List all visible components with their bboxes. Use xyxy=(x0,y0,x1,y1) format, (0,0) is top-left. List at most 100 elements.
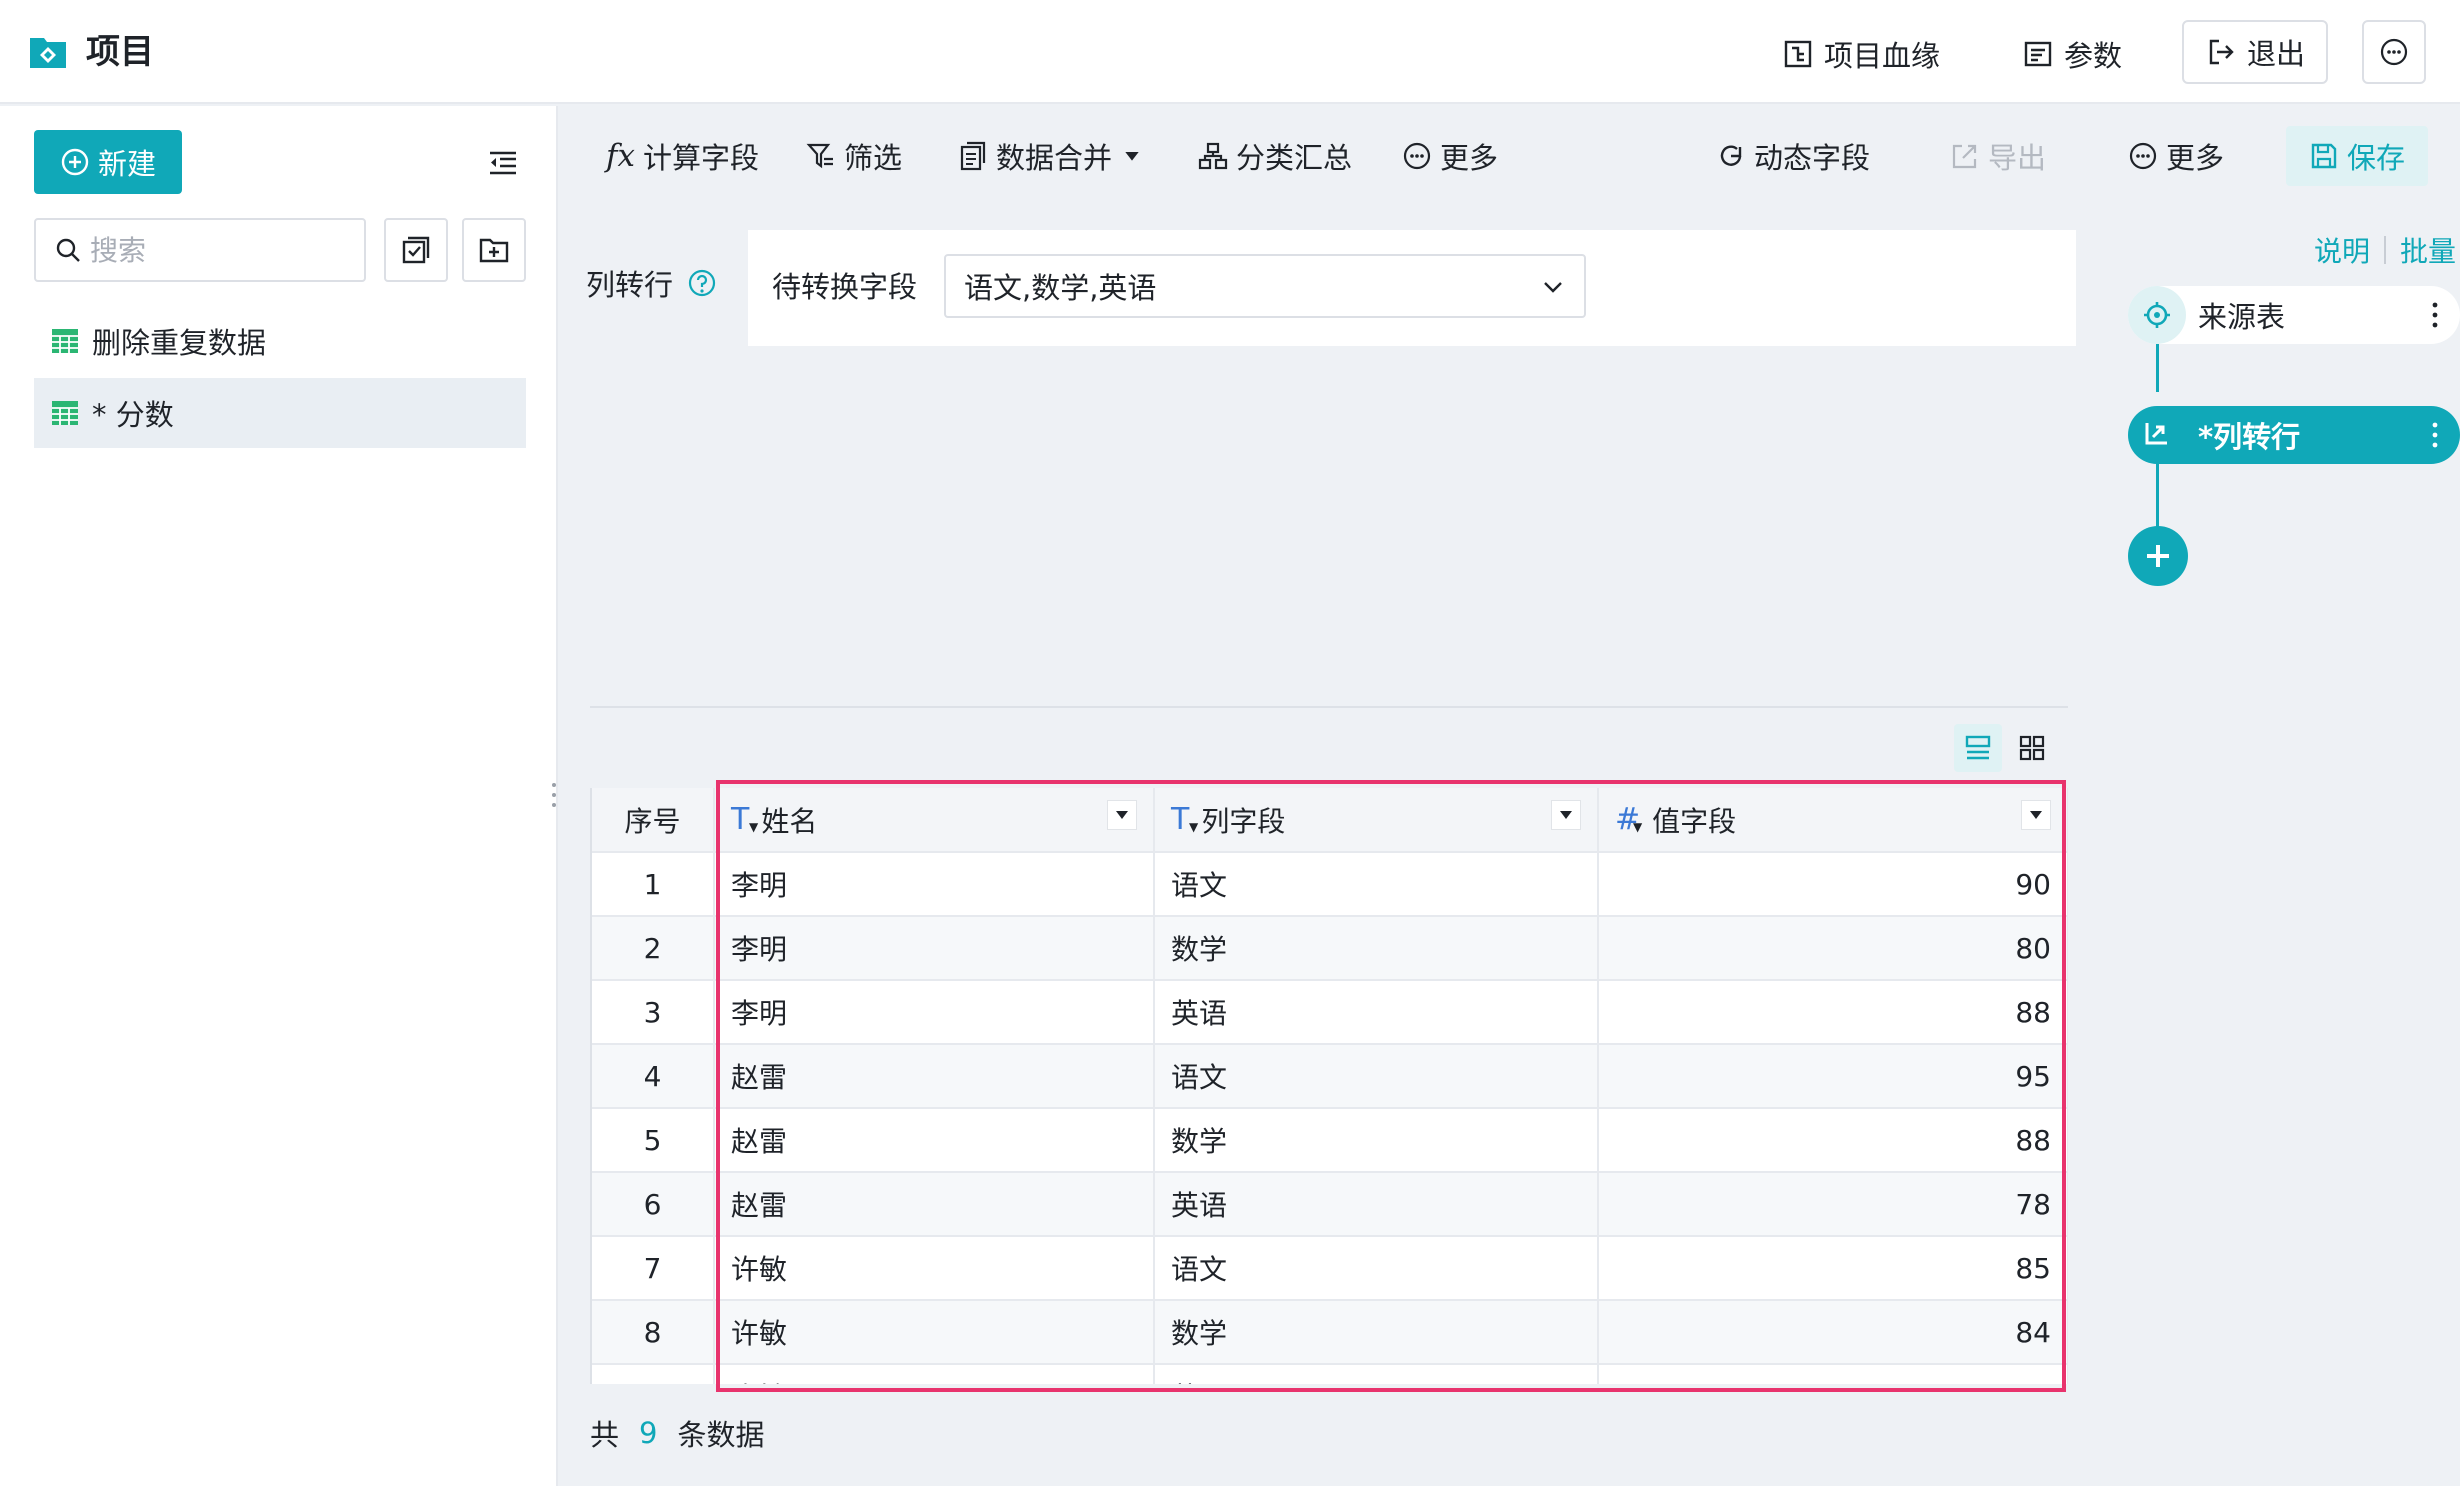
resize-handle-icon[interactable] xyxy=(549,780,559,810)
table-row: 1 李明 语文 90 xyxy=(592,852,2068,917)
project-lineage-button[interactable]: 项目血缘 xyxy=(1782,28,1940,80)
unpivot-title-text: 列转行 xyxy=(586,268,674,302)
multi-select-button[interactable] xyxy=(384,218,448,282)
calc-field-label: 计算字段 xyxy=(642,141,759,175)
cell-col-field: 英语 xyxy=(1154,1172,1599,1237)
more-actions-button[interactable]: 更多 xyxy=(2128,132,2224,180)
flow-links: 说明 批量 xyxy=(2314,230,2456,270)
unpivot-node[interactable]: *列转行 xyxy=(2128,406,2460,464)
table-row: 4 赵雷 语文 95 xyxy=(592,1044,2068,1109)
new-button[interactable]: 新建 xyxy=(34,130,182,194)
header-name[interactable]: T ▼ 姓名 xyxy=(714,788,1155,853)
cell-name: 赵雷 xyxy=(714,1108,1155,1173)
text-type-icon: T ▼ xyxy=(731,802,759,837)
save-button[interactable]: 保存 xyxy=(2286,126,2428,186)
search-input[interactable] xyxy=(90,233,330,267)
cell-val-field: 80 xyxy=(1598,916,2068,981)
table-row: 8 许敏 数学 84 xyxy=(592,1300,2068,1365)
column-menu-button[interactable] xyxy=(2021,799,2051,830)
column-menu-button[interactable] xyxy=(1551,799,1581,830)
dynamic-field-button[interactable]: 动态字段 xyxy=(1716,132,1870,180)
divider xyxy=(590,706,2068,708)
caret-down-icon xyxy=(1125,152,1139,161)
cell-col-field: 语文 xyxy=(1154,1044,1599,1109)
save-icon xyxy=(2311,143,2337,169)
field-config-card: 待转换字段 语文,数学,英语 xyxy=(748,230,2076,346)
source-fields-select[interactable]: 语文,数学,英语 xyxy=(944,254,1586,318)
params-button[interactable]: 参数 xyxy=(2022,28,2122,80)
more-ops-label: 更多 xyxy=(1440,141,1499,175)
table-header-row: 序号 T ▼ 姓名 T ▼ 列字段 # ▼ 值字段 xyxy=(592,788,2068,853)
fx-icon: fx xyxy=(606,138,635,174)
cell-col-field: 语文 xyxy=(1154,852,1599,917)
cell-name: 赵雷 xyxy=(714,1172,1155,1237)
row-count-value: 9 xyxy=(639,1416,658,1450)
unpivot-icon xyxy=(2128,406,2186,464)
new-folder-button[interactable] xyxy=(462,218,526,282)
params-icon xyxy=(2024,41,2052,67)
cell-name: 李明 xyxy=(714,980,1155,1045)
plus-circle-icon xyxy=(61,148,89,176)
header-val-field[interactable]: # ▼ 值字段 xyxy=(1598,788,2068,853)
cell-name: 李明 xyxy=(714,916,1155,981)
row-index: 7 xyxy=(592,1236,715,1301)
search-field xyxy=(34,218,366,282)
calc-field-button[interactable]: fx 计算字段 xyxy=(606,132,759,180)
export-label: 导出 xyxy=(1988,141,2047,175)
table-row: 2 李明 数学 80 xyxy=(592,916,2068,981)
project-logo-icon xyxy=(30,38,66,68)
source-node-label: 来源表 xyxy=(2198,300,2286,334)
cell-col-field: 数学 xyxy=(1154,916,1599,981)
collapse-sidebar-icon[interactable] xyxy=(486,146,520,180)
cell-val-field: 88 xyxy=(1598,1108,2068,1173)
help-icon[interactable] xyxy=(687,268,717,298)
exit-button[interactable]: 退出 xyxy=(2182,20,2328,84)
filter-button[interactable]: 筛选 xyxy=(806,132,902,180)
source-fields-value: 语文,数学,英语 xyxy=(964,271,1157,305)
batch-link[interactable]: 批量 xyxy=(2400,230,2456,270)
unpivot-config-panel: 列转行 待转换字段 语文,数学,英语 ··· xyxy=(560,206,2088,910)
header-col-field[interactable]: T ▼ 列字段 xyxy=(1154,788,1599,853)
folder-add-icon xyxy=(479,238,509,263)
table-row: 7 许敏 语文 85 xyxy=(592,1236,2068,1301)
cell-name: 赵雷 xyxy=(714,1044,1155,1109)
cell-name: 李明 xyxy=(714,852,1155,917)
cell-val-field: 78 xyxy=(1598,1172,2068,1237)
source-table-node[interactable]: 来源表 xyxy=(2128,286,2460,344)
crosshair-icon xyxy=(2128,286,2186,344)
data-preview: 序号 T ▼ 姓名 T ▼ 列字段 # ▼ 值字段 1 李明 语文 90 2 李… xyxy=(590,706,2068,1486)
sidebar-item-scores[interactable]: * 分数 xyxy=(34,378,526,448)
column-menu-button[interactable] xyxy=(1107,799,1137,830)
main-toolbar: fx 计算字段 筛选 数据合并 分类汇总 更多 动态字段 导出 更多 保存 xyxy=(560,106,2460,206)
add-step-button[interactable] xyxy=(2128,526,2188,586)
cell-val-field: 95 xyxy=(1598,1044,2068,1109)
data-merge-dropdown[interactable]: 数据合并 xyxy=(958,132,1150,180)
vertical-dots-icon[interactable] xyxy=(2430,420,2440,450)
cell-val-field: 88 xyxy=(1598,980,2068,1045)
cell-name: 许敏 xyxy=(714,1364,1155,1384)
vertical-dots-icon[interactable] xyxy=(2430,300,2440,330)
table-row: 3 李明 英语 88 xyxy=(592,980,2068,1045)
export-icon xyxy=(1952,144,1977,169)
more-ops-button[interactable]: 更多 xyxy=(1402,132,1498,180)
new-button-label: 新建 xyxy=(97,147,156,181)
caret-down-icon xyxy=(1116,810,1128,819)
more-menu-button[interactable] xyxy=(2362,20,2426,84)
data-merge-label: 数据合并 xyxy=(996,141,1113,175)
cell-val-field: 90 xyxy=(1598,852,2068,917)
sidebar-item-label: * 分数 xyxy=(92,398,174,432)
list-view-button[interactable] xyxy=(1954,724,2002,772)
filter-icon xyxy=(806,143,833,169)
table-icon xyxy=(52,401,78,425)
explain-link[interactable]: 说明 xyxy=(2314,230,2370,270)
export-button[interactable]: 导出 xyxy=(1950,132,2046,180)
row-count-suffix: 条数据 xyxy=(677,1418,765,1452)
checkbox-icon xyxy=(402,236,430,264)
refresh-icon xyxy=(1720,145,1742,166)
cell-col-field: 英语 xyxy=(1154,1364,1599,1384)
grid-view-button[interactable] xyxy=(2008,724,2056,772)
header-index: 序号 xyxy=(592,788,715,853)
group-summary-button[interactable]: 分类汇总 xyxy=(1198,132,1352,180)
sidebar-item-remove-duplicates[interactable]: 删除重复数据 xyxy=(34,306,526,376)
lineage-icon xyxy=(1784,40,1812,68)
